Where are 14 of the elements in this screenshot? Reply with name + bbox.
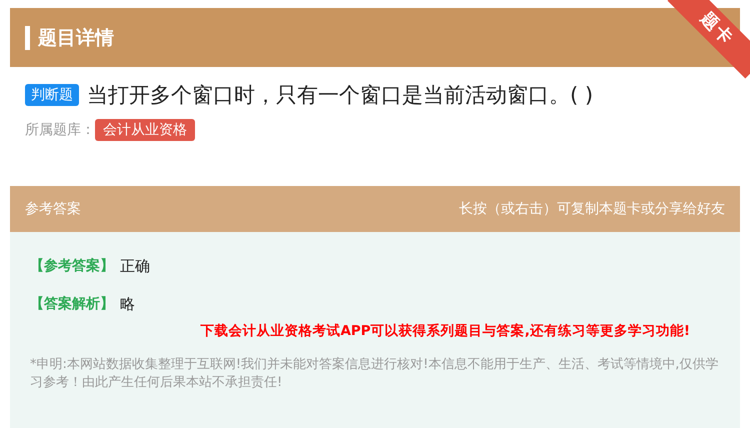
accent-bar — [25, 26, 30, 50]
question-text: 当打开多个窗口时，只有一个窗口是当前活动窗口。( ) — [87, 82, 594, 109]
analysis-label: 【答案解析】 — [30, 295, 114, 313]
analysis-value: 略 — [120, 294, 135, 314]
question-type-tag: 判断题 — [25, 84, 79, 106]
answer-value: 正确 — [120, 256, 150, 276]
disclaimer-text: *申明:本网站数据收集整理于互联网!我们并未能对答案信息进行核对!本信息不能用于生产、生活、考试等情境中,仅供学习参考！由此产生任何后果本站不承担责任! — [30, 356, 720, 392]
bank-label: 所属题库： — [25, 121, 95, 139]
page-title: 题目详情 — [38, 26, 114, 50]
promo-text: 下载会计从业资格考试APP可以获得系列题目与答案,还有练习等更多学习功能! — [199, 322, 691, 340]
share-hint: 长按（或右击）可复制本题卡或分享给好友 — [459, 200, 725, 218]
answer-label: 【参考答案】 — [30, 257, 114, 275]
bank-tag[interactable]: 会计从业资格 — [95, 119, 195, 141]
answer-section-title: 参考答案 — [25, 200, 81, 218]
